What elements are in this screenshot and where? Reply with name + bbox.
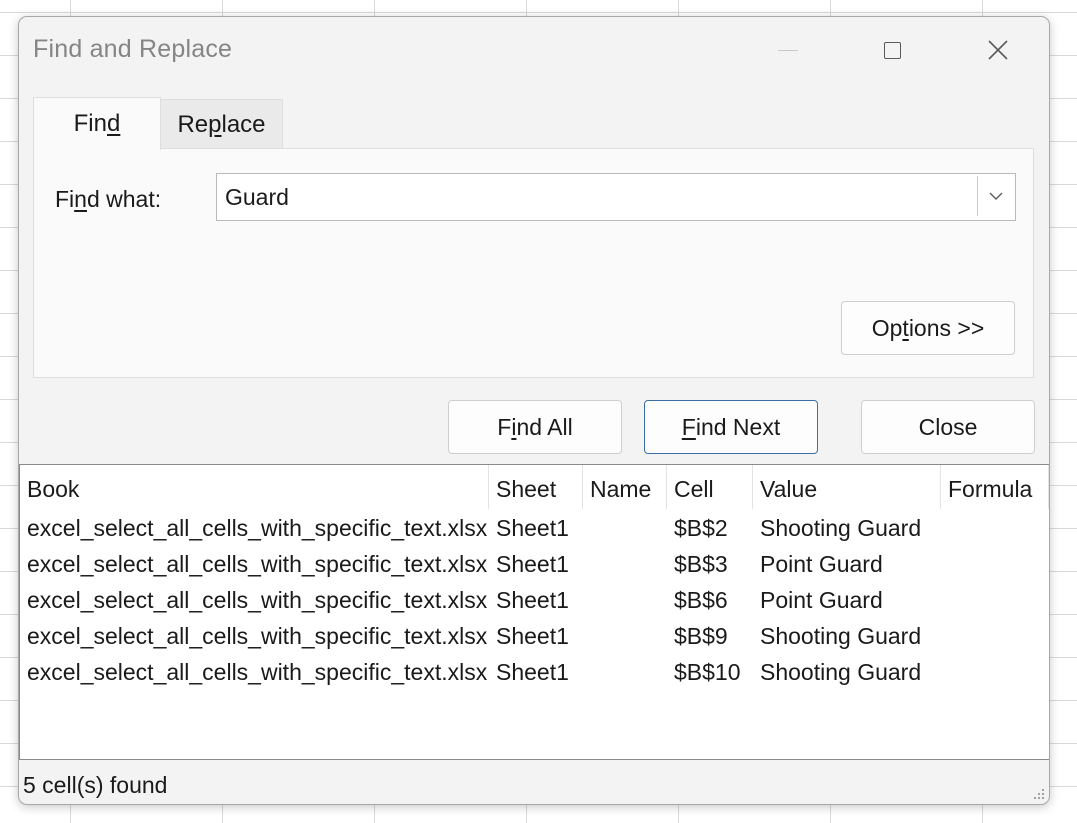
- column-header-sheet[interactable]: Sheet: [489, 465, 583, 509]
- result-book: excel_select_all_cells_with_specific_tex…: [27, 623, 488, 649]
- result-cell: $B$9: [674, 623, 728, 649]
- result-formula: [941, 654, 1049, 690]
- tab-replace-label: Replace: [177, 110, 266, 138]
- close-button[interactable]: Close: [861, 400, 1035, 454]
- result-value: Point Guard: [760, 587, 883, 613]
- find-what-label: Find what:: [55, 186, 162, 212]
- result-cell: $B$10: [674, 659, 741, 685]
- result-row[interactable]: excel_select_all_cells_with_specific_tex…: [20, 654, 1049, 690]
- minimize-button[interactable]: [767, 33, 809, 67]
- result-sheet: Sheet1: [496, 659, 569, 685]
- close-window-button[interactable]: [977, 33, 1019, 67]
- result-name: [583, 618, 667, 654]
- column-header-formula[interactable]: Formula: [941, 465, 1049, 509]
- tab-find-label: Find: [73, 110, 121, 137]
- result-book: excel_select_all_cells_with_specific_tex…: [27, 551, 488, 577]
- result-cell: $B$6: [674, 587, 728, 613]
- result-formula: [941, 510, 1049, 546]
- result-sheet: Sheet1: [496, 587, 569, 613]
- close-icon: [988, 40, 1008, 60]
- maximize-icon: [883, 41, 901, 59]
- maximize-button[interactable]: [871, 33, 913, 67]
- find-all-button[interactable]: Fi nd All: [448, 400, 622, 454]
- result-formula: [941, 618, 1049, 654]
- result-sheet: Sheet1: [496, 515, 569, 541]
- find-history-dropdown-button[interactable]: [977, 176, 1014, 216]
- results-list[interactable]: Book Sheet Name Cell Value Formula excel…: [19, 464, 1049, 760]
- result-row[interactable]: excel_select_all_cells_with_specific_tex…: [20, 582, 1049, 618]
- result-name: [583, 582, 667, 618]
- result-value: Shooting Guard: [760, 623, 922, 649]
- result-value: Shooting Guard: [760, 515, 922, 541]
- result-value: Shooting Guard: [760, 659, 922, 685]
- results-header: Book Sheet Name Cell Value Formula: [20, 465, 1049, 509]
- result-book: excel_select_all_cells_with_specific_tex…: [27, 659, 488, 685]
- result-book: excel_select_all_cells_with_specific_tex…: [27, 515, 488, 541]
- result-name: [583, 546, 667, 582]
- resize-grip-icon[interactable]: [1031, 786, 1045, 800]
- find-what-combobox[interactable]: [216, 173, 1016, 221]
- result-name: [583, 510, 667, 546]
- result-value: Point Guard: [760, 551, 883, 577]
- result-row[interactable]: excel_select_all_cells_with_specific_tex…: [20, 510, 1049, 546]
- find-what-input[interactable]: [217, 174, 977, 220]
- tab-find[interactable]: Find: [33, 97, 161, 150]
- result-row[interactable]: excel_select_all_cells_with_specific_tex…: [20, 618, 1049, 654]
- status-text: 5 cell(s) found: [23, 772, 168, 798]
- result-book: excel_select_all_cells_with_specific_tex…: [27, 587, 488, 613]
- window-title: Find and Replace: [33, 35, 233, 63]
- find-replace-dialog: Find and Replace Find Replace Find what:: [18, 16, 1050, 805]
- find-next-button[interactable]: Find Next: [644, 400, 818, 454]
- result-row[interactable]: excel_select_all_cells_with_specific_tex…: [20, 546, 1049, 582]
- result-name: [583, 654, 667, 690]
- chevron-down-icon: [989, 192, 1003, 200]
- column-header-name[interactable]: Name: [583, 465, 667, 509]
- column-header-book[interactable]: Book: [20, 465, 489, 509]
- options-button[interactable]: Op t ions >>: [841, 301, 1015, 355]
- result-cell: $B$3: [674, 551, 728, 577]
- result-cell: $B$2: [674, 515, 728, 541]
- tab-replace[interactable]: Replace: [161, 99, 283, 149]
- result-sheet: Sheet1: [496, 623, 569, 649]
- find-panel: Find what: Options >>: [33, 148, 1034, 378]
- result-formula: [941, 546, 1049, 582]
- result-sheet: Sheet1: [496, 551, 569, 577]
- title-bar: Find and Replace: [19, 17, 1049, 83]
- column-header-cell[interactable]: Cell: [667, 465, 753, 509]
- column-header-value[interactable]: Value: [753, 465, 941, 509]
- minimize-icon: [778, 49, 798, 51]
- result-formula: [941, 582, 1049, 618]
